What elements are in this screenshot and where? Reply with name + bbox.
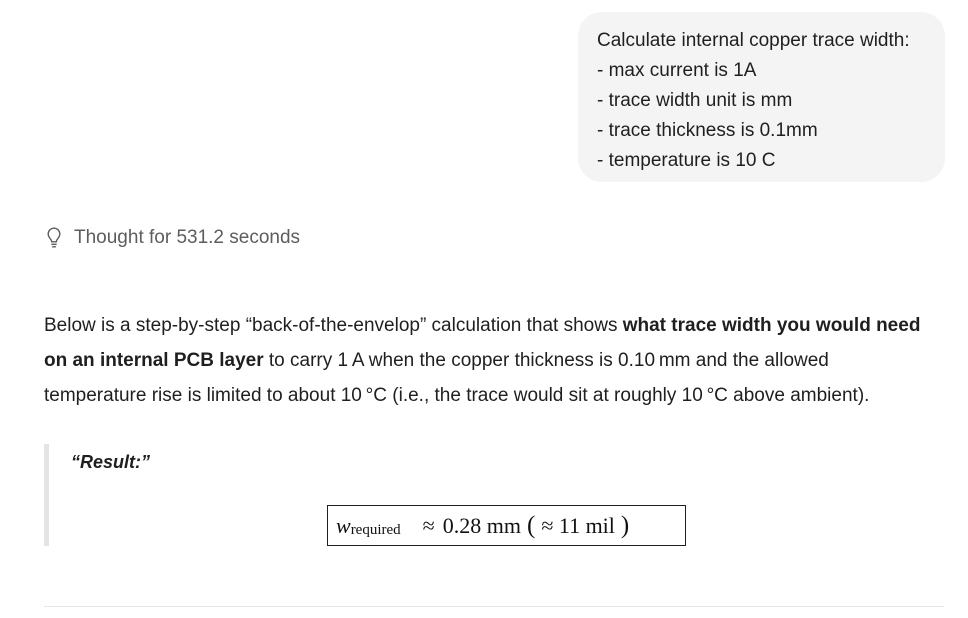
formula-open-paren: ( (526, 511, 536, 539)
formula-variable: w (336, 512, 351, 538)
divider (44, 606, 944, 607)
formula-subscript: required (350, 522, 401, 538)
result-label: “Result:” (71, 452, 151, 472)
formula-alt-value: 11 mil (558, 512, 615, 538)
user-message-line: Calculate internal copper trace width: (597, 30, 910, 51)
formula-approx-symbol: ≈ (422, 512, 435, 538)
user-message-line: - trace thickness is 0.1mm (597, 120, 818, 141)
formula-value: 0.28 mm (442, 512, 521, 538)
answer-paragraph: Below is a step-by-step “back-of-the-env… (44, 308, 924, 413)
formula-approx-symbol: ≈ (541, 512, 554, 538)
answer-text: Below is a step-by-step “back-of-the-env… (44, 315, 623, 336)
thought-label: Thought for 531.2 seconds (74, 227, 301, 248)
user-message-line: - temperature is 10 C (597, 150, 776, 171)
formula-close-paren: ) (620, 511, 630, 539)
user-message-line: - trace width unit is mm (597, 90, 793, 111)
user-message-line: - max current is 1A (597, 60, 757, 81)
user-message-bubble: Calculate internal copper trace width: -… (578, 12, 945, 182)
thought-toggle[interactable]: Thought for 531.2 seconds (44, 224, 300, 252)
result-formula: w required ≈0.28 mm(≈ 11 mil) (327, 505, 686, 546)
lightbulb-icon (44, 224, 64, 252)
